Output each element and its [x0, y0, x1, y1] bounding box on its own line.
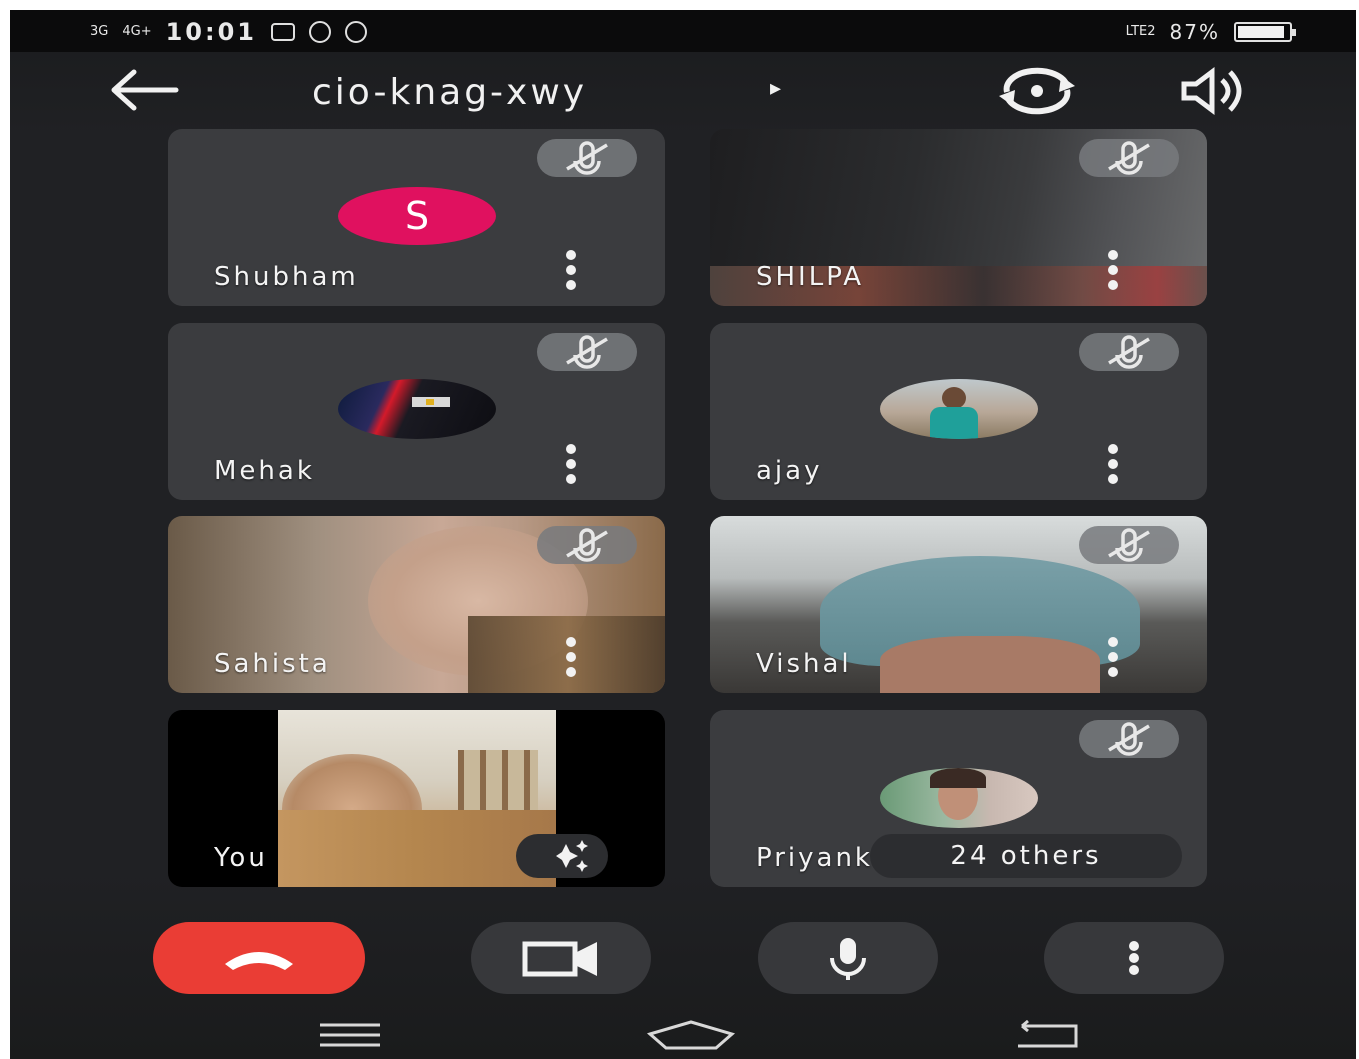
participant-name: Vishal: [756, 649, 852, 679]
participant-name: Sahista: [214, 649, 331, 679]
speaker-icon[interactable]: [1178, 66, 1248, 116]
back-arrow-icon[interactable]: [110, 68, 180, 112]
status-bar: 3G 4G+ 10:01 LTE2 87%: [10, 10, 1356, 52]
mic-off-icon: [537, 333, 637, 371]
participant-tile-shubham[interactable]: S Shubham: [168, 129, 665, 306]
mic-off-icon: [1079, 139, 1179, 177]
avatar: S: [338, 187, 496, 245]
video-notification-icon: [271, 23, 296, 41]
signal-1-indicator: 3G: [90, 24, 109, 39]
microphone-button[interactable]: [758, 922, 938, 994]
battery-percent: 87%: [1169, 20, 1220, 44]
mic-off-icon: [1079, 526, 1179, 564]
clock: 10:01: [165, 18, 258, 46]
avatar: [880, 379, 1038, 439]
meeting-header: cio-knag-xwy ▸: [10, 52, 1356, 132]
more-options-button[interactable]: [1044, 922, 1224, 994]
videocam-icon: [522, 941, 597, 977]
signal-2-indicator: 4G+: [122, 24, 152, 39]
meeting-code[interactable]: cio-knag-xwy: [312, 72, 587, 113]
mic-off-icon: [1079, 333, 1179, 371]
hang-up-icon: [225, 952, 293, 970]
participant-name: ajay: [756, 456, 823, 486]
more-vertical-icon[interactable]: [1102, 444, 1124, 484]
whatsapp-icon: [309, 21, 332, 43]
participant-tile-ajay[interactable]: ajay: [710, 323, 1207, 500]
more-vertical-icon[interactable]: [1102, 250, 1124, 290]
participant-name: You: [214, 843, 268, 873]
more-vertical-icon[interactable]: [560, 637, 582, 677]
mic-off-icon: [1079, 720, 1179, 758]
sparkle-icon: [556, 840, 588, 872]
participant-tile-shilpa[interactable]: SHILPA: [710, 129, 1207, 306]
more-vertical-icon[interactable]: [1102, 637, 1124, 677]
participant-tile-vishal[interactable]: Vishal: [710, 516, 1207, 693]
vpn-icon: [345, 21, 368, 43]
effects-button[interactable]: [516, 834, 608, 878]
recent-apps-icon[interactable]: [318, 1020, 382, 1050]
others-button[interactable]: 24 others: [870, 834, 1182, 878]
mic-off-icon: [537, 526, 637, 564]
battery-icon: [1234, 22, 1296, 42]
more-vertical-icon: [1129, 941, 1139, 975]
participant-tile-priyanka[interactable]: Priyanka 24 others: [710, 710, 1207, 887]
avatar: [338, 379, 496, 439]
more-vertical-icon[interactable]: [560, 250, 582, 290]
mic-icon: [830, 938, 866, 980]
participant-name: Mehak: [214, 456, 315, 486]
phone-screen: 3G 4G+ 10:01 LTE2 87% cio-knag-xwy ▸ S S…: [10, 10, 1356, 1059]
switch-camera-icon[interactable]: [995, 66, 1079, 116]
self-view-tile[interactable]: You: [168, 710, 665, 887]
network-type: LTE2: [1125, 24, 1156, 39]
participant-tile-sahista[interactable]: Sahista: [168, 516, 665, 693]
more-vertical-icon[interactable]: [560, 444, 582, 484]
mic-off-icon: [537, 139, 637, 177]
avatar: [880, 768, 1038, 828]
participant-name: SHILPA: [756, 262, 865, 292]
meeting-info-caret-icon[interactable]: ▸: [770, 76, 781, 101]
camera-toggle-button[interactable]: [471, 922, 651, 994]
end-call-button[interactable]: [153, 922, 365, 994]
home-icon[interactable]: [646, 1020, 736, 1050]
video-feed: [278, 710, 556, 887]
back-nav-icon[interactable]: [1014, 1020, 1078, 1050]
participant-name: Shubham: [214, 262, 359, 292]
participant-tile-mehak[interactable]: Mehak: [168, 323, 665, 500]
